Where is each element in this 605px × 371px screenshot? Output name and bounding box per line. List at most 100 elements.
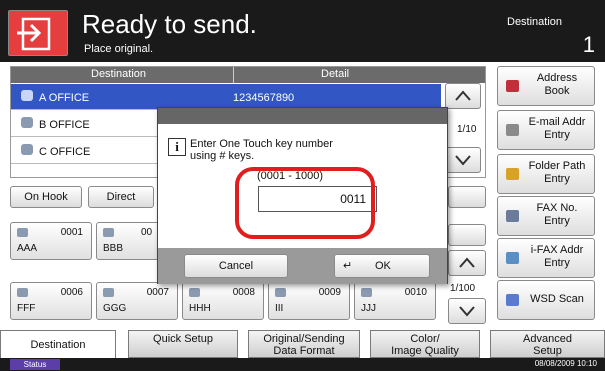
one-touch-key[interactable]: 0007 GGG [96, 282, 178, 320]
dialog-footer: Cancel ↵ OK [158, 248, 447, 284]
dialog-message: Enter One Touch key number using # keys. [190, 138, 333, 162]
one-touch-key[interactable]: 0008 HHH [182, 282, 264, 320]
tab-quick-setup[interactable]: Quick Setup [128, 330, 238, 358]
status-button[interactable]: Status [10, 359, 60, 370]
ifax-entry-button[interactable]: i-FAX Addr Entry [497, 238, 595, 278]
dialog-message-line2: using # keys. [190, 150, 255, 162]
list-page-indicator: 1/10 [457, 124, 477, 135]
key-icon [103, 288, 114, 297]
page-title: Ready to send. [82, 9, 257, 39]
fax-entry-button[interactable]: FAX No. Entry [497, 196, 595, 236]
direct-button[interactable]: Direct [88, 186, 154, 208]
header-bar: Ready to send. Place original. Destinati… [0, 0, 605, 62]
keys-scroll-up-button[interactable] [448, 250, 486, 276]
key-number: 0001 [60, 227, 83, 238]
key-number: 00 [141, 227, 153, 238]
list-header: Destination Detail [11, 67, 485, 83]
address-book-label: Address Book [536, 72, 578, 97]
contact-icon [21, 117, 33, 128]
scroll-down-button[interactable] [445, 147, 481, 173]
row-name: C OFFICE [39, 146, 91, 158]
contact-icon [21, 144, 33, 155]
col-detail: Detail [321, 68, 350, 80]
keys-scroll-down-button[interactable] [448, 298, 486, 324]
key-icon [17, 288, 28, 297]
status-datetime: 08/08/2009 10:10 [534, 359, 597, 368]
col-destination: Destination [91, 68, 147, 80]
key-label: JJJ [361, 303, 376, 314]
address-book-icon [506, 80, 519, 92]
destination-label: Destination [507, 16, 563, 28]
fax-icon [506, 210, 519, 222]
row-name: B OFFICE [39, 119, 90, 131]
dialog-ok-button[interactable]: ↵ OK [334, 254, 430, 278]
one-touch-key[interactable]: 0009 III [268, 282, 350, 320]
tab-label: Color/ [410, 333, 440, 345]
wsd-scan-label: WSD Scan [530, 293, 584, 305]
dialog-cancel-button[interactable]: Cancel [184, 254, 288, 278]
tab-original-sending[interactable]: Original/Sending Data Format [248, 330, 360, 358]
tab-label-line2: Image Quality [391, 345, 459, 357]
info-icon: i [168, 138, 186, 156]
tab-color-image-quality[interactable]: Color/ Image Quality [370, 330, 480, 358]
key-number: 0007 [146, 287, 169, 298]
keys-extra-button[interactable] [448, 224, 486, 246]
fax-entry-label: FAX No. Entry [536, 202, 578, 227]
tab-label: Destination [30, 339, 86, 351]
key-icon [17, 228, 28, 237]
key-label: AAA [17, 243, 38, 254]
one-touch-key[interactable]: 0010 JJJ [354, 282, 436, 320]
keys-page-indicator: 1/100 [450, 283, 476, 294]
address-book-button[interactable]: Address Book [497, 66, 595, 106]
key-label: FFF [17, 303, 36, 314]
one-touch-key[interactable]: 0001 AAA [10, 222, 92, 260]
key-number: 0009 [318, 287, 341, 298]
tab-destination[interactable]: Destination [0, 330, 116, 358]
envelope-icon [506, 124, 519, 136]
dialog-title-bar [158, 108, 447, 124]
key-icon [189, 288, 200, 297]
ok-label: OK [375, 260, 391, 272]
folder-path-button[interactable]: Folder Path Entry [497, 154, 595, 194]
dialog-message-line1: Enter One Touch key number [190, 138, 333, 150]
key-number: 0006 [60, 287, 83, 298]
row-name: A OFFICE [39, 92, 90, 104]
contact-icon [21, 90, 33, 101]
key-label: GGG [103, 303, 127, 314]
scroll-up-button[interactable] [445, 83, 481, 109]
folder-path-label: Folder Path Entry [528, 160, 586, 185]
key-number: 0008 [232, 287, 255, 298]
on-hook-button[interactable]: On Hook [10, 186, 82, 208]
row-detail: 1234567890 [233, 92, 295, 104]
key-label: BBB [103, 243, 124, 254]
fax-send-screen: Ready to send. Place original. Destinati… [0, 0, 605, 371]
wsd-scan-icon [506, 294, 519, 306]
key-icon [275, 288, 286, 297]
key-number: 0010 [404, 287, 427, 298]
one-touch-key[interactable]: 0006 FFF [10, 282, 92, 320]
tab-label: Advanced [523, 333, 572, 345]
folder-icon [506, 168, 519, 180]
key-icon [103, 228, 114, 237]
ifax-entry-label: i-FAX Addr Entry [530, 244, 584, 269]
list-extra-button[interactable] [448, 186, 486, 208]
ifax-icon [506, 252, 519, 264]
send-icon [8, 10, 68, 56]
email-entry-button[interactable]: E-mail Addr Entry [497, 110, 595, 150]
tab-label: Original/Sending [263, 333, 345, 345]
status-bar: Status 08/08/2009 10:10 [0, 358, 605, 371]
email-entry-label: E-mail Addr Entry [528, 116, 586, 141]
key-label: HHH [189, 303, 211, 314]
enter-icon: ↵ [343, 260, 353, 272]
page-subtitle: Place original. [84, 43, 154, 55]
tab-label-line2: Setup [533, 345, 562, 357]
wsd-scan-button[interactable]: WSD Scan [497, 280, 595, 320]
function-tabs: Destination Quick Setup Original/Sending… [0, 330, 605, 358]
tab-label-line2: Data Format [273, 345, 335, 357]
destination-count: 1 [582, 32, 595, 57]
highlight-ring [235, 167, 375, 239]
tab-advanced-setup[interactable]: Advanced Setup [490, 330, 605, 358]
key-label: III [275, 303, 284, 314]
tab-label: Quick Setup [153, 333, 213, 345]
key-icon [361, 288, 372, 297]
